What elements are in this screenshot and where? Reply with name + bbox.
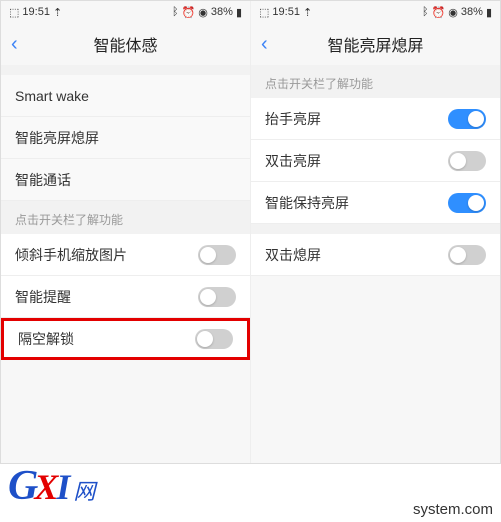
item-label: 隔空解锁 xyxy=(18,329,74,349)
alarm-icon: ⬚ xyxy=(9,6,19,19)
alarm-icon: ⏰ xyxy=(432,6,446,19)
item-label: 抬手亮屏 xyxy=(265,109,321,129)
back-button[interactable]: ‹ xyxy=(11,34,18,54)
battery-pct: 38% xyxy=(461,6,483,18)
logo-net: 网 xyxy=(73,474,95,506)
section-header: 点击开关栏了解功能 xyxy=(1,201,250,234)
toggle-switch[interactable] xyxy=(448,151,486,171)
watermark-url: system.com xyxy=(413,501,493,518)
status-bar: ⬚ 19:51 ⇡ ᛒ ⏰ ◉ 38% ▮ xyxy=(1,1,250,23)
wifi-icon: ◉ xyxy=(448,6,458,19)
item-label: 智能提醒 xyxy=(15,287,71,307)
item-label: 智能保持亮屏 xyxy=(265,193,349,213)
logo-letter-i: I xyxy=(56,466,70,508)
toggle-row-double-tap-sleep[interactable]: 双击熄屏 xyxy=(251,234,500,276)
upload-icon: ⇡ xyxy=(53,6,62,19)
section-header: 点击开关栏了解功能 xyxy=(251,65,500,98)
status-bar: ⬚ 19:51 ⇡ ᛒ ⏰ ◉ 38% ▮ xyxy=(251,1,500,23)
battery-icon: ▮ xyxy=(486,6,492,19)
back-button[interactable]: ‹ xyxy=(261,34,268,54)
toggle-row-keep-screen-on[interactable]: 智能保持亮屏 xyxy=(251,182,500,224)
wifi-icon: ◉ xyxy=(198,6,208,19)
page-title: 智能体感 xyxy=(93,32,157,56)
toggle-switch[interactable] xyxy=(448,245,486,265)
item-label: 双击亮屏 xyxy=(265,151,321,171)
toggle-switch[interactable] xyxy=(448,109,486,129)
toggle-row-tilt-zoom[interactable]: 倾斜手机缩放图片 xyxy=(1,234,250,276)
nav-header: ‹ 智能体感 xyxy=(1,23,250,65)
alarm-icon: ⬚ xyxy=(259,6,269,19)
battery-pct: 38% xyxy=(211,6,233,18)
upload-icon: ⇡ xyxy=(303,6,312,19)
item-label: 倾斜手机缩放图片 xyxy=(15,245,127,265)
toggle-row-air-unlock[interactable]: 隔空解锁 xyxy=(1,318,250,360)
nav-item-smart-wake[interactable]: Smart wake xyxy=(1,75,250,117)
bluetooth-icon: ᛒ xyxy=(172,6,179,18)
toggle-switch[interactable] xyxy=(198,245,236,265)
page-title: 智能亮屏熄屏 xyxy=(327,32,423,56)
screen-left: ⬚ 19:51 ⇡ ᛒ ⏰ ◉ 38% ▮ ‹ 智能体感 Smart wake … xyxy=(1,1,251,463)
battery-icon: ▮ xyxy=(236,6,242,19)
nav-item-smart-call[interactable]: 智能通话 xyxy=(1,159,250,201)
toggle-row-smart-remind[interactable]: 智能提醒 xyxy=(1,276,250,318)
nav-header: ‹ 智能亮屏熄屏 xyxy=(251,23,500,65)
toggle-switch[interactable] xyxy=(195,329,233,349)
toggle-row-double-tap-wake[interactable]: 双击亮屏 xyxy=(251,140,500,182)
status-time: 19:51 xyxy=(272,6,300,18)
screen-right: ⬚ 19:51 ⇡ ᛒ ⏰ ◉ 38% ▮ ‹ 智能亮屏熄屏 点击开关栏了解功能… xyxy=(251,1,500,463)
item-label: 智能亮屏熄屏 xyxy=(15,128,99,148)
toggle-row-raise-to-wake[interactable]: 抬手亮屏 xyxy=(251,98,500,140)
item-label: 双击熄屏 xyxy=(265,245,321,265)
logo-letter-x: X xyxy=(34,466,58,508)
item-label: 智能通话 xyxy=(15,170,71,190)
watermark-logo: G X I 网 xyxy=(8,462,95,510)
alarm-icon: ⏰ xyxy=(182,6,196,19)
toggle-switch[interactable] xyxy=(448,193,486,213)
toggle-switch[interactable] xyxy=(198,287,236,307)
status-time: 19:51 xyxy=(22,6,50,18)
nav-item-screen-on-off[interactable]: 智能亮屏熄屏 xyxy=(1,117,250,159)
bluetooth-icon: ᛒ xyxy=(422,6,429,18)
item-label: Smart wake xyxy=(15,88,89,104)
